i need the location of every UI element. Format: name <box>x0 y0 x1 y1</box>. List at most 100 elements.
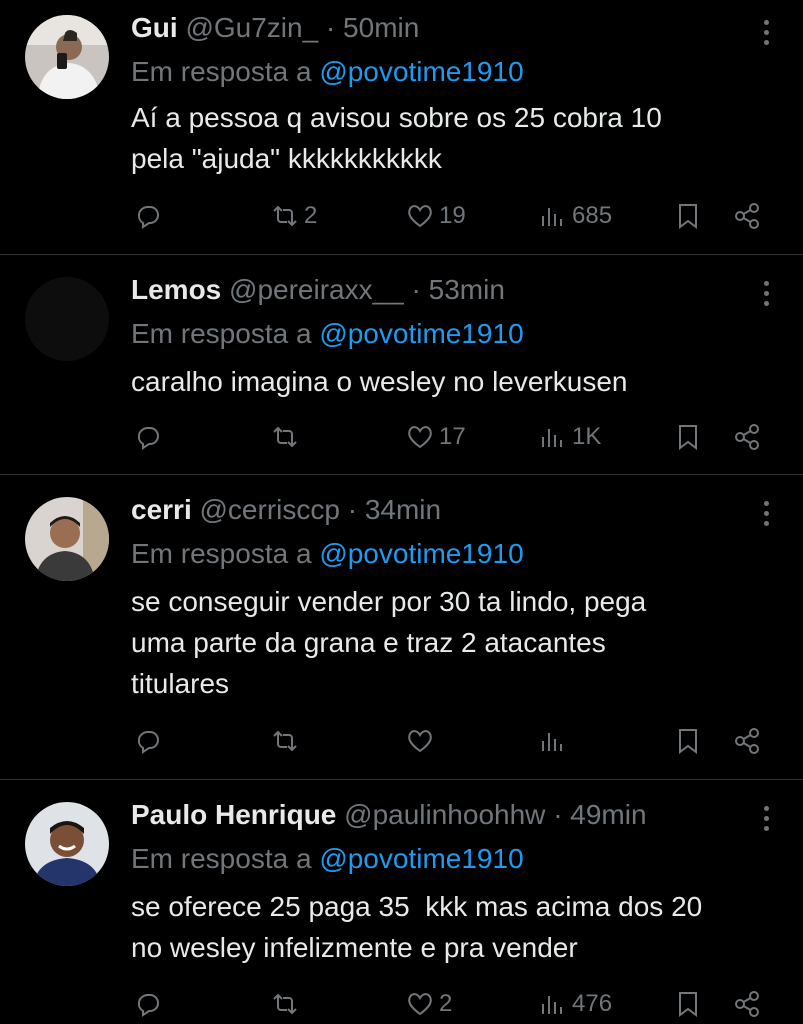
views-button[interactable] <box>538 721 572 761</box>
handle[interactable]: @cerrisccp <box>200 494 340 525</box>
bookmark-button[interactable] <box>673 196 703 236</box>
share-button[interactable] <box>732 196 762 236</box>
reply-icon <box>137 731 159 754</box>
reply-prefix: Em resposta a <box>131 56 320 87</box>
mention-link[interactable]: @povotime1910 <box>319 56 523 87</box>
display-name[interactable]: Paulo Henrique <box>131 799 336 830</box>
retweet-button[interactable]: 2 <box>270 196 317 236</box>
tweet-text: se oferece 25 paga 35 kkk mas acima dos … <box>131 891 703 963</box>
bookmark-icon <box>679 204 697 229</box>
tweet[interactable]: cerri @cerrisccp · 34min Em resposta a @… <box>0 475 803 780</box>
timestamp[interactable]: · 34min <box>348 494 441 525</box>
retweet-icon <box>273 730 297 752</box>
action-bar: 2 19 685 <box>0 196 803 236</box>
retweet-icon <box>273 205 297 227</box>
heart-icon <box>408 205 432 228</box>
share-icon <box>735 728 759 754</box>
reply-icon <box>137 994 159 1017</box>
share-button[interactable] <box>732 721 762 761</box>
like-button[interactable] <box>405 721 439 761</box>
timestamp[interactable]: · 49min <box>553 799 646 830</box>
avatar[interactable] <box>25 15 109 99</box>
share-icon <box>735 991 759 1017</box>
share-icon <box>735 203 759 229</box>
retweet-icon <box>273 993 297 1015</box>
views-button[interactable]: 1K <box>538 417 601 457</box>
share-button[interactable] <box>732 417 762 457</box>
retweet-button[interactable] <box>270 721 304 761</box>
views-icon <box>542 996 562 1014</box>
retweet-button[interactable] <box>270 417 304 457</box>
display-name[interactable]: Gui <box>131 12 178 43</box>
tweet-header: cerri @cerrisccp · 34min <box>131 492 441 528</box>
bookmark-icon <box>679 425 697 450</box>
tweet[interactable]: Lemos @pereiraxx__ · 53min Em resposta a… <box>0 255 803 475</box>
avatar[interactable] <box>25 277 109 361</box>
handle[interactable]: @paulinhoohhw <box>344 799 545 830</box>
views-button[interactable]: 476 <box>538 984 612 1024</box>
bookmark-icon <box>679 729 697 754</box>
tweet[interactable]: Gui @Gu7zin_ · 50min Em resposta a @povo… <box>0 0 803 255</box>
views-icon <box>542 208 562 226</box>
reply-button[interactable] <box>133 196 163 236</box>
mention-link[interactable]: @povotime1910 <box>319 843 523 874</box>
reply-context: Em resposta a @povotime1910 <box>131 841 524 877</box>
action-bar: 17 1K <box>0 417 803 457</box>
action-bar <box>0 721 803 761</box>
more-icon[interactable] <box>759 495 773 531</box>
bookmark-button[interactable] <box>673 417 703 457</box>
display-name[interactable]: cerri <box>131 494 192 525</box>
reply-button[interactable] <box>133 417 163 457</box>
display-name[interactable]: Lemos <box>131 274 221 305</box>
avatar[interactable] <box>25 497 109 581</box>
views-count: 1K <box>572 423 602 450</box>
like-button[interactable]: 17 <box>405 417 466 457</box>
bookmark-button[interactable] <box>673 984 703 1024</box>
like-count: 19 <box>439 202 466 229</box>
more-icon[interactable] <box>759 275 773 311</box>
views-count: 476 <box>572 990 613 1017</box>
mention-link[interactable]: @povotime1910 <box>319 538 523 569</box>
handle[interactable]: @pereiraxx__ <box>229 274 404 305</box>
timestamp[interactable]: · 50min <box>326 12 419 43</box>
share-button[interactable] <box>732 984 762 1024</box>
reply-context: Em resposta a @povotime1910 <box>131 536 524 572</box>
views-button[interactable]: 685 <box>538 196 612 236</box>
like-button[interactable]: 19 <box>405 196 466 236</box>
like-button[interactable]: 2 <box>405 984 452 1024</box>
avatar[interactable] <box>25 802 109 886</box>
retweet-button[interactable] <box>270 984 304 1024</box>
handle[interactable]: @Gu7zin_ <box>185 12 318 43</box>
views-icon <box>542 429 562 447</box>
reply-icon <box>137 427 159 450</box>
like-count: 17 <box>439 423 466 450</box>
reply-prefix: Em resposta a <box>131 538 320 569</box>
reply-context: Em resposta a @povotime1910 <box>131 316 524 352</box>
reply-icon <box>137 206 159 229</box>
tweet-header: Paulo Henrique @paulinhoohhw · 49min <box>131 797 647 833</box>
tweet-text: Aí a pessoa q avisou sobre os 25 cobra 1… <box>131 102 662 174</box>
views-count: 685 <box>572 202 613 229</box>
reply-prefix: Em resposta a <box>131 318 320 349</box>
reply-prefix: Em resposta a <box>131 843 320 874</box>
more-icon[interactable] <box>759 800 773 836</box>
reply-button[interactable] <box>133 721 163 761</box>
heart-icon <box>408 730 432 753</box>
action-bar: 2 476 <box>0 984 803 1024</box>
mention-link[interactable]: @povotime1910 <box>319 318 523 349</box>
bookmark-button[interactable] <box>673 721 703 761</box>
tweet-text: se conseguir vender por 30 ta lindo, peg… <box>131 586 647 699</box>
tweet[interactable]: Paulo Henrique @paulinhoohhw · 49min Em … <box>0 780 803 1024</box>
more-icon[interactable] <box>759 14 773 50</box>
bookmark-icon <box>679 992 697 1017</box>
tweet-header: Lemos @pereiraxx__ · 53min <box>131 272 505 308</box>
heart-icon <box>408 993 432 1016</box>
retweet-icon <box>273 426 297 448</box>
views-icon <box>542 733 562 751</box>
retweet-count: 2 <box>304 202 318 229</box>
share-icon <box>735 424 759 450</box>
timestamp[interactable]: · 53min <box>412 274 505 305</box>
reply-button[interactable] <box>133 984 163 1024</box>
heart-icon <box>408 426 432 449</box>
tweet-text: caralho imagina o wesley no leverkusen <box>131 366 628 397</box>
